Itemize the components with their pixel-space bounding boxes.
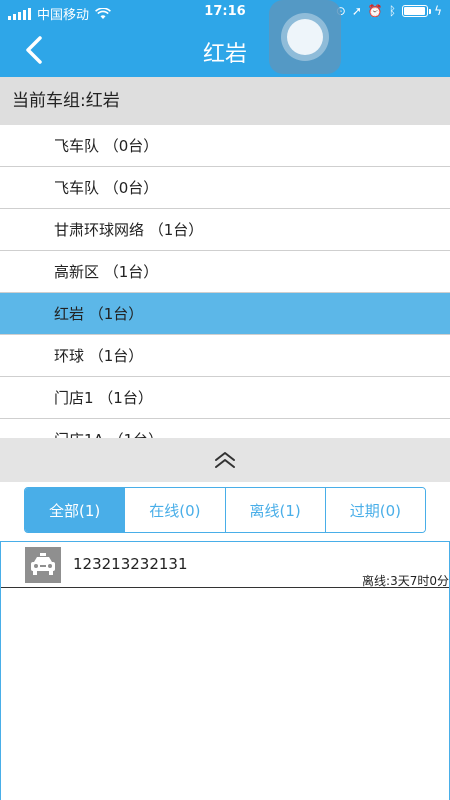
group-item[interactable]: 飞车队 （0台） bbox=[0, 167, 450, 209]
vehicle-list: 123213232131 离线:3天7时0分 bbox=[0, 541, 450, 800]
assistive-touch-button[interactable] bbox=[269, 0, 341, 74]
status-bar: 中国移动 17:16 ⊙ ➚ ⏰ ᛒ ϟ bbox=[0, 0, 450, 24]
location-icon: ➚ bbox=[351, 4, 362, 18]
group-item[interactable]: 高新区 （1台） bbox=[0, 251, 450, 293]
taxi-icon bbox=[25, 547, 61, 583]
group-item[interactable]: 甘肃环球网络 （1台） bbox=[0, 209, 450, 251]
group-list: 飞车队 （0台） 飞车队 （0台） 甘肃环球网络 （1台） 高新区 （1台） 红… bbox=[0, 125, 450, 438]
app-header: 中国移动 17:16 ⊙ ➚ ⏰ ᛒ ϟ 红岩 bbox=[0, 0, 450, 77]
bluetooth-icon: ᛒ bbox=[388, 4, 397, 18]
vehicle-id: 123213232131 bbox=[73, 555, 188, 573]
tab-offline[interactable]: 离线(1) bbox=[224, 488, 325, 532]
assistive-touch-icon bbox=[281, 13, 329, 61]
collapse-button[interactable] bbox=[0, 438, 450, 482]
charging-icon: ϟ bbox=[434, 4, 442, 18]
vehicle-row[interactable]: 123213232131 离线:3天7时0分 bbox=[1, 542, 449, 588]
filter-tabs: 全部(1) 在线(0) 离线(1) 过期(0) bbox=[24, 487, 426, 533]
double-chevron-up-icon bbox=[215, 452, 235, 468]
page-title: 红岩 bbox=[202, 42, 247, 67]
tab-expired[interactable]: 过期(0) bbox=[324, 488, 425, 532]
group-item-selected[interactable]: 红岩 （1台） bbox=[0, 293, 450, 335]
tab-all[interactable]: 全部(1) bbox=[25, 488, 125, 532]
group-item[interactable]: 环球 （1台） bbox=[0, 335, 450, 377]
status-right: ⊙ ➚ ⏰ ᛒ ϟ bbox=[336, 4, 442, 18]
group-item[interactable]: 门店1A （1台） bbox=[0, 419, 450, 438]
vehicle-status: 离线:3天7时0分 bbox=[362, 574, 449, 588]
group-item[interactable]: 门店1 （1台） bbox=[0, 377, 450, 419]
tab-online[interactable]: 在线(0) bbox=[124, 488, 225, 532]
current-group-label: 当前车组:红岩 bbox=[0, 77, 450, 125]
group-item[interactable]: 飞车队 （0台） bbox=[0, 125, 450, 167]
nav-bar: 红岩 bbox=[0, 24, 450, 77]
alarm-icon: ⏰ bbox=[367, 4, 383, 18]
battery-icon bbox=[402, 5, 432, 17]
